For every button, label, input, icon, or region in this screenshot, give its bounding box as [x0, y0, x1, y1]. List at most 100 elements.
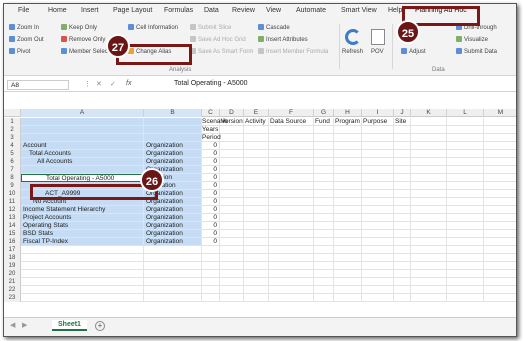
submit-slice-button[interactable]: Submit Slice: [190, 24, 231, 31]
grid-cell[interactable]: [220, 198, 244, 206]
grid-cell[interactable]: 0: [202, 150, 220, 158]
column-header[interactable]: H: [334, 109, 362, 117]
next-sheet-icon[interactable]: ▶: [22, 321, 27, 329]
grid-cell[interactable]: [269, 166, 314, 174]
grid-cell[interactable]: [394, 278, 411, 286]
grid-cell[interactable]: [447, 166, 484, 174]
grid-cell[interactable]: [411, 166, 447, 174]
grid-cell[interactable]: [394, 270, 411, 278]
grid-cell[interactable]: [362, 246, 394, 254]
grid-cell[interactable]: [447, 190, 484, 198]
grid-cell[interactable]: [447, 270, 484, 278]
grid-cell[interactable]: [394, 246, 411, 254]
grid-cell[interactable]: [244, 222, 269, 230]
grid-cell[interactable]: [220, 294, 244, 302]
grid-cell[interactable]: Income Statement Hierarchy: [21, 206, 144, 214]
tab-file[interactable]: File: [18, 7, 29, 14]
grid-cell[interactable]: [314, 286, 334, 294]
column-header[interactable]: I: [362, 109, 394, 117]
zoom-in-button[interactable]: Zoom In: [9, 24, 39, 31]
grid-cell[interactable]: [244, 174, 269, 182]
grid-cell[interactable]: Program: [334, 118, 362, 126]
column-header[interactable]: K: [411, 109, 447, 117]
grid-cell[interactable]: [362, 214, 394, 222]
grid-cell[interactable]: [334, 230, 362, 238]
row-header[interactable]: 7: [4, 166, 21, 174]
grid-cell[interactable]: BSD Stats: [21, 230, 144, 238]
tab-page-layout[interactable]: Page Layout: [113, 7, 152, 14]
grid-cell[interactable]: [244, 126, 269, 134]
grid-cell[interactable]: [202, 286, 220, 294]
grid-cell[interactable]: Fiscal TP-Index: [21, 238, 144, 246]
insert-function-icon[interactable]: fx: [126, 80, 131, 87]
pov-label[interactable]: POV: [371, 49, 384, 55]
formula-input[interactable]: Total Operating - A5000: [174, 80, 248, 87]
tab-review[interactable]: Review: [232, 7, 255, 14]
grid-cell[interactable]: [394, 238, 411, 246]
tab-data[interactable]: Data: [204, 7, 219, 14]
grid-cell[interactable]: [21, 246, 144, 254]
grid-cell[interactable]: [411, 142, 447, 150]
grid-cell[interactable]: [220, 222, 244, 230]
grid-cell[interactable]: [484, 182, 516, 190]
grid-cell[interactable]: [411, 246, 447, 254]
grid-cell[interactable]: 0: [202, 222, 220, 230]
grid-cell[interactable]: [394, 158, 411, 166]
row-header[interactable]: 8: [4, 174, 21, 182]
pivot-button[interactable]: Pivot: [9, 48, 30, 55]
grid-cell[interactable]: [244, 294, 269, 302]
grid-cell[interactable]: Organization: [144, 206, 202, 214]
grid-cell[interactable]: [314, 198, 334, 206]
grid-cell[interactable]: [269, 262, 314, 270]
grid-cell[interactable]: [484, 134, 516, 142]
grid-cell[interactable]: [484, 278, 516, 286]
grid-cell[interactable]: [334, 270, 362, 278]
grid-cell[interactable]: [220, 246, 244, 254]
grid-cell[interactable]: [244, 286, 269, 294]
grid-cell[interactable]: [484, 150, 516, 158]
refresh-icon[interactable]: [345, 29, 361, 45]
grid-cell[interactable]: [411, 294, 447, 302]
keep-only-button[interactable]: Keep Only: [61, 24, 97, 31]
grid-cell[interactable]: [244, 182, 269, 190]
grid-cell[interactable]: [144, 118, 202, 126]
column-header[interactable]: F: [269, 109, 314, 117]
grid-cell[interactable]: [269, 238, 314, 246]
cascade-button[interactable]: Cascade: [258, 24, 290, 31]
grid-cell[interactable]: [269, 214, 314, 222]
grid-cell[interactable]: [202, 262, 220, 270]
grid-cell[interactable]: [334, 294, 362, 302]
grid-cell[interactable]: [314, 214, 334, 222]
grid-cell[interactable]: [244, 134, 269, 142]
grid-cell[interactable]: [269, 142, 314, 150]
grid-cell[interactable]: [334, 150, 362, 158]
grid-cell[interactable]: [484, 254, 516, 262]
grid-cell[interactable]: [314, 222, 334, 230]
grid-cell[interactable]: [334, 174, 362, 182]
grid-cell[interactable]: [484, 166, 516, 174]
grid-cell[interactable]: [411, 118, 447, 126]
pov-icon[interactable]: [371, 29, 385, 45]
grid-cell[interactable]: Organization: [144, 150, 202, 158]
grid-cell[interactable]: [269, 230, 314, 238]
grid-cell[interactable]: [269, 294, 314, 302]
grid-cell[interactable]: [21, 286, 144, 294]
column-header[interactable]: A: [21, 109, 144, 117]
grid-cell[interactable]: [220, 230, 244, 238]
grid-cell[interactable]: [269, 198, 314, 206]
grid-cell[interactable]: [334, 134, 362, 142]
grid-cell[interactable]: Activity: [244, 118, 269, 126]
grid-cell[interactable]: 0: [202, 238, 220, 246]
grid-cell[interactable]: [447, 158, 484, 166]
tab-smart-view[interactable]: Smart View: [341, 7, 377, 14]
grid-cell[interactable]: [244, 262, 269, 270]
grid-cell[interactable]: [411, 286, 447, 294]
grid-cell[interactable]: [220, 278, 244, 286]
grid-cell[interactable]: [144, 286, 202, 294]
grid-cell[interactable]: [244, 150, 269, 158]
grid-cell[interactable]: Organization: [144, 214, 202, 222]
grid-cell[interactable]: [244, 254, 269, 262]
grid-cell[interactable]: [447, 262, 484, 270]
grid-cell[interactable]: [447, 230, 484, 238]
grid-cell[interactable]: [447, 134, 484, 142]
